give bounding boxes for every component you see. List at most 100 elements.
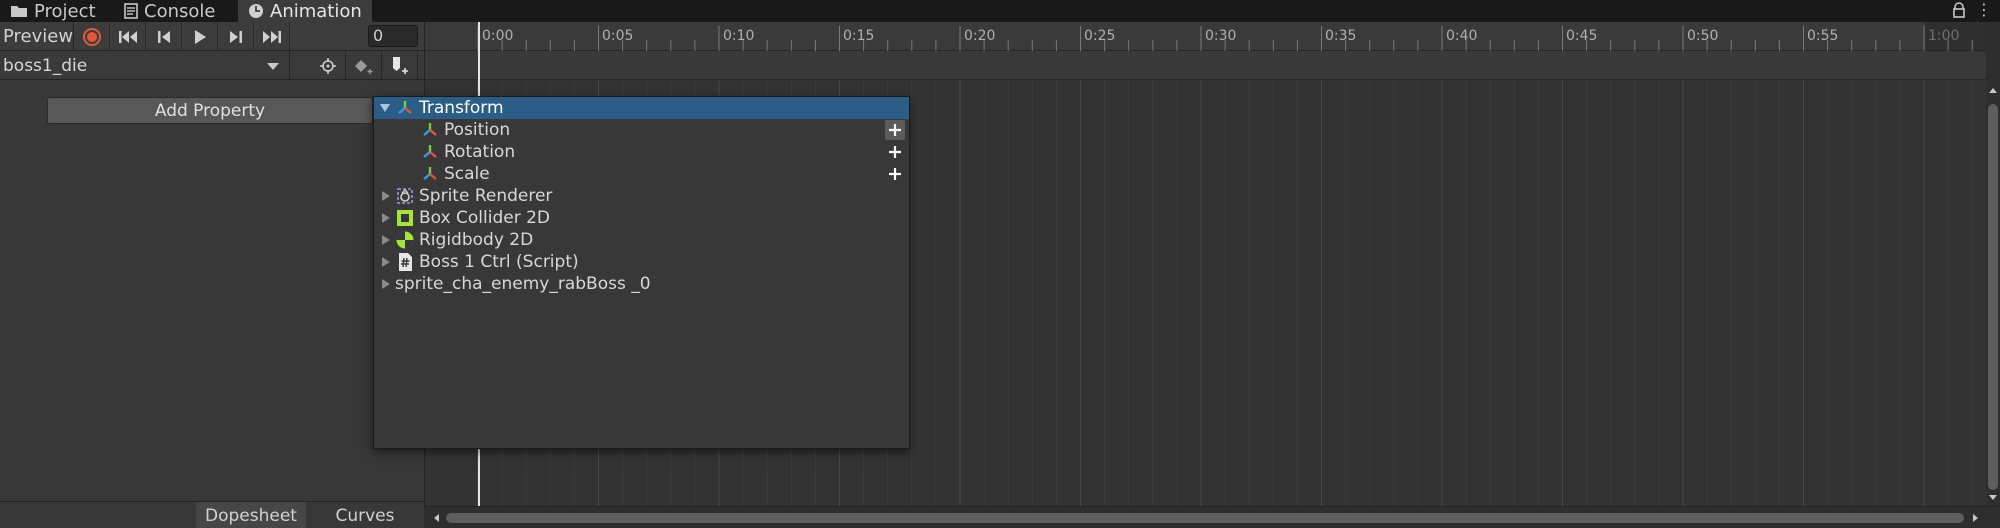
playback-toolbar: Preview 0	[0, 22, 424, 51]
play-icon	[194, 29, 206, 44]
clip-toolbar: boss1_die	[0, 51, 424, 80]
time-ruler[interactable]: 0:00 0:05 0:10 0:15 0:20 0:25 0:30 0:35 …	[425, 22, 1987, 51]
frame-field[interactable]: 0	[368, 25, 418, 47]
first-keyframe-button[interactable]	[110, 22, 146, 51]
menu-item-scale[interactable]: Scale	[374, 163, 909, 185]
scroll-right-icon[interactable]	[1968, 511, 1982, 525]
menu-item-rotation[interactable]: Rotation	[374, 141, 909, 163]
tick-label: 0:10	[723, 28, 755, 44]
tab-project[interactable]: Project	[0, 0, 106, 22]
tab-curves[interactable]: Curves	[312, 502, 418, 528]
add-property-button[interactable]: Add Property	[47, 97, 373, 124]
tick-label: 0:20	[964, 28, 996, 44]
tick-label: 0:55	[1807, 28, 1839, 44]
expand-arrow-icon[interactable]	[382, 279, 390, 289]
window-tab-strip: Project Console Animation ⋮	[0, 0, 2000, 22]
record-icon	[82, 27, 101, 46]
scroll-down-icon[interactable]	[1986, 490, 2000, 504]
lock-icon[interactable]	[1952, 2, 1966, 18]
filter-selected-button[interactable]	[310, 51, 346, 80]
previous-keyframe-button[interactable]	[146, 22, 182, 51]
summary-keyframe-row[interactable]	[425, 51, 1987, 80]
plus-icon	[889, 168, 901, 180]
animation-left-pane: Preview 0 boss1_die Add Property Dopeshe…	[0, 22, 424, 528]
menu-item-position[interactable]: Position	[374, 119, 909, 141]
transform-icon	[420, 120, 440, 140]
rigidbody-icon	[395, 230, 415, 250]
play-button[interactable]	[182, 22, 218, 51]
tick-label: 0:45	[1566, 28, 1598, 44]
tab-dopesheet[interactable]: Dopesheet	[196, 502, 306, 528]
menu-item-label: Transform	[419, 98, 504, 118]
scroll-left-icon[interactable]	[430, 511, 444, 525]
add-position-button[interactable]	[885, 120, 905, 140]
transform-icon	[420, 142, 440, 162]
tab-console[interactable]: Console	[114, 0, 225, 22]
menu-item-label: Rotation	[444, 142, 516, 162]
vertical-scrollbar[interactable]	[1986, 22, 2000, 506]
horizontal-scrollbar[interactable]	[424, 506, 2000, 528]
vertical-scroll-thumb[interactable]	[1988, 104, 1998, 490]
add-event-icon	[392, 56, 408, 74]
add-event-button[interactable]	[382, 51, 418, 80]
tick-label: 0:15	[843, 28, 875, 44]
tick-label: 0:40	[1446, 28, 1478, 44]
record-button[interactable]	[74, 22, 110, 51]
tab-animation[interactable]: Animation	[238, 0, 372, 22]
clock-icon	[249, 4, 263, 18]
menu-item-box-collider-2d[interactable]: Box Collider 2D	[374, 207, 909, 229]
step-back-icon	[157, 30, 170, 43]
box-collider-icon	[395, 208, 415, 228]
menu-item-rigidbody-2d[interactable]: Rigidbody 2D	[374, 229, 909, 251]
menu-item-label: Scale	[444, 164, 490, 184]
horizontal-scroll-thumb[interactable]	[446, 513, 1964, 523]
chevron-down-icon	[267, 63, 279, 70]
tick-label: 0:50	[1687, 28, 1719, 44]
menu-item-label: sprite_cha_enemy_rabBoss _0	[395, 274, 651, 294]
preview-toggle[interactable]: Preview	[0, 22, 74, 51]
transform-icon	[395, 98, 415, 118]
script-icon	[395, 252, 415, 272]
tick-label: 0:25	[1084, 28, 1116, 44]
view-mode-tabs: Dopesheet Curves	[0, 501, 424, 528]
expand-arrow-icon[interactable]	[382, 235, 390, 245]
expand-arrow-icon[interactable]	[382, 191, 390, 201]
tick-label: 0:00	[482, 28, 514, 44]
skip-to-end-icon	[262, 30, 281, 43]
clip-name: boss1_die	[3, 55, 88, 76]
menu-item-label: Sprite Renderer	[419, 186, 553, 206]
tick-label: 0:30	[1205, 28, 1237, 44]
scroll-up-icon[interactable]	[1986, 84, 2000, 98]
add-rotation-button[interactable]	[885, 142, 905, 162]
expand-arrow-icon[interactable]	[380, 104, 390, 112]
folder-icon	[11, 6, 27, 17]
plus-icon	[889, 124, 901, 136]
plus-icon	[889, 146, 901, 158]
window-menu-icon[interactable]: ⋮	[1976, 2, 1992, 18]
transform-icon	[420, 164, 440, 184]
add-scale-button[interactable]	[885, 164, 905, 184]
tick-label: 1:00	[1928, 28, 1960, 44]
menu-item-sprite-renderer[interactable]: Sprite Renderer	[374, 185, 909, 207]
menu-item-boss-script[interactable]: Boss 1 Ctrl (Script)	[374, 251, 909, 273]
clip-dropdown[interactable]: boss1_die	[0, 51, 290, 80]
crosshair-icon	[319, 57, 336, 74]
add-keyframe-icon	[354, 59, 372, 74]
tick-label: 0:35	[1325, 28, 1357, 44]
step-forward-icon	[229, 30, 242, 43]
last-keyframe-button[interactable]	[254, 22, 290, 51]
skip-to-start-icon	[118, 30, 137, 43]
next-keyframe-button[interactable]	[218, 22, 254, 51]
expand-arrow-icon[interactable]	[382, 257, 390, 267]
menu-item-label: Box Collider 2D	[419, 208, 550, 228]
tab-console-label: Console	[144, 0, 216, 22]
add-property-menu: Transform Position Rotation Scale Sprite…	[373, 96, 910, 449]
menu-item-label: Position	[444, 120, 511, 140]
menu-item-child-object[interactable]: sprite_cha_enemy_rabBoss _0	[374, 273, 909, 295]
sprite-renderer-icon	[395, 186, 415, 206]
expand-arrow-icon[interactable]	[382, 213, 390, 223]
add-keyframe-button[interactable]	[346, 51, 382, 80]
menu-item-label: Boss 1 Ctrl (Script)	[419, 252, 579, 272]
menu-item-transform[interactable]: Transform	[374, 97, 909, 119]
tab-project-label: Project	[34, 0, 96, 22]
